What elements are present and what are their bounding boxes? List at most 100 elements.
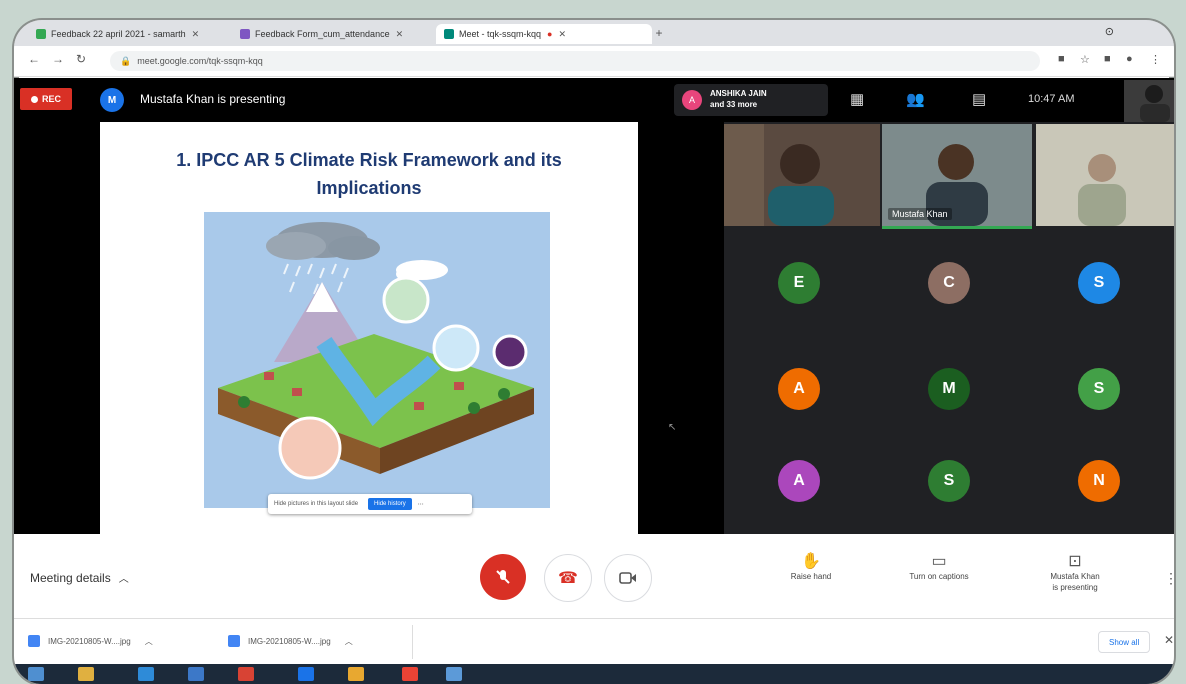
captions-label: Turn on captions [909,572,969,581]
download-filename: IMG-20210805-W....jpg [48,636,131,646]
person-video [724,124,880,226]
browser-tab-strip: Feedback 22 april 2021 - samarth ✕ Feedb… [14,20,1174,46]
tab-favicon [240,29,250,39]
show-all-button[interactable]: Show all [1098,631,1151,653]
back-icon[interactable]: ← [28,52,40,66]
person-video [1124,80,1174,122]
download-filename: IMG-20210805-W....jpg [248,636,331,646]
participant-tile[interactable]: A [724,428,874,533]
participant-tile[interactable]: S [1024,336,1174,441]
avatar: S [1078,367,1120,410]
presentation-button[interactable]: ⊡ Mustafa Khan is presenting [1030,553,1120,593]
download-item[interactable]: IMG-20210805-W....jpg ︿ [228,629,353,653]
avatar: A [778,367,820,410]
participant-tile[interactable]: M [874,336,1024,441]
browser-tab[interactable]: Feedback Form_cum_attendance ✕ [232,24,438,44]
download-item[interactable]: IMG-20210805-W....jpg ︿ [28,629,153,653]
close-icon[interactable]: ✕ [558,29,566,40]
participant-tile[interactable]: N [1024,428,1174,533]
browser-tab-active[interactable]: Meet - tqk-ssqm-kqq ● ✕ [436,24,652,44]
layout-icon[interactable]: ▦ [850,90,864,108]
more-options-icon[interactable]: ⋮ [1164,570,1174,587]
avatar: A [682,90,702,110]
downloads-bar: IMG-20210805-W....jpg ︿ IMG-20210805-W..… [14,618,1174,665]
slide-title-line: Implications [316,178,422,198]
raise-hand-label: Raise hand [790,572,832,581]
meet-top-bar: REC M Mustafa Khan is presenting A ANSHI… [14,78,1174,122]
close-icon[interactable]: ✕ [1164,633,1174,647]
presenting-label: Mustafa Khan [1050,572,1100,581]
cursor-icon: ↖ [668,422,677,433]
presenting-status: Mustafa Khan is presenting [140,92,286,106]
tab-label: Feedback 22 april 2021 - samarth [51,29,186,39]
slide-title: 1. IPCC AR 5 Climate Risk Framework and … [120,146,618,202]
record-dot-icon [30,95,38,103]
leave-call-button[interactable]: ☎ [544,554,592,602]
avatar: S [1078,261,1120,304]
toolbar-button[interactable]: Hide history [368,498,412,510]
avatar: C [928,261,970,304]
self-view-tile[interactable] [1124,80,1174,122]
chevron-up-icon[interactable]: ︿ [345,636,353,647]
toolbar-label: Hide pictures in this layout slide [274,501,359,507]
participant-name: ANSHIKA JAIN [710,89,767,98]
participant-tile[interactable]: E [724,230,874,335]
camera-icon [619,572,636,584]
url-input[interactable]: 🔒 meet.google.com/tqk-ssqm-kqq [110,51,1040,71]
participant-tile[interactable]: S [1024,230,1174,335]
chevron-up-icon[interactable]: ︿ [145,636,153,647]
image-file-icon [228,635,240,647]
forward-icon[interactable]: → [52,52,64,66]
hang-up-icon: ☎ [558,570,578,587]
new-tab-button[interactable]: + [650,26,668,40]
screenshot-frame: Feedback 22 april 2021 - samarth ✕ Feedb… [14,20,1174,684]
menu-icon[interactable]: ⋮ [1150,53,1161,66]
chat-icon[interactable]: ▤ [972,90,986,108]
divider [412,625,413,659]
profile-icon[interactable]: ● [1126,53,1133,65]
slide-title-line: 1. IPCC AR 5 Climate Risk Framework and … [176,150,562,170]
toolbar-more-icon[interactable]: ⋯ [412,501,430,508]
reload-icon[interactable]: ↻ [76,52,86,66]
avatar: M [100,88,124,112]
hand-icon: ✋ [801,553,821,570]
captions-icon: ▭ [931,553,947,570]
shared-slide: 1. IPCC AR 5 Climate Risk Framework and … [100,122,676,534]
participant-tile[interactable]: S [874,428,1024,533]
tab-favicon [444,29,454,39]
recording-badge: REC [20,88,72,110]
chevron-up-icon: ︿ [118,574,129,585]
video-tile-mustafa[interactable]: Mustafa Khan [882,124,1032,229]
captions-button[interactable]: ▭ Turn on captions [894,553,984,582]
participant-tile[interactable]: C [874,230,1024,335]
person-video [1036,124,1174,226]
presenting-label: is presenting [1052,583,1098,592]
camera-permission-icon[interactable]: ■ [1058,53,1065,65]
close-icon[interactable]: ✕ [192,29,200,40]
participant-name: Mustafa Khan [888,208,952,220]
participant-tile[interactable]: A [724,336,874,441]
image-hover-toolbar: Hide pictures in this layout slide Hide … [268,494,472,514]
avatar: E [778,261,820,304]
image-file-icon [28,635,40,647]
clock: 10:47 AM [1028,93,1075,105]
meeting-details-button[interactable]: Meeting details ︿ [30,570,129,586]
close-icon[interactable]: ✕ [396,29,404,40]
camera-toggle-button[interactable] [604,554,652,602]
present-screen-icon: ⊡ [1068,553,1082,570]
raise-hand-button[interactable]: ✋ Raise hand [766,553,856,582]
avatar: N [1078,459,1120,502]
participant-summary-chip[interactable]: A ANSHIKA JAIN and 33 more [674,84,828,116]
video-tile[interactable] [1036,124,1174,226]
video-tile[interactable] [724,124,880,226]
diagram-illustration [204,212,550,508]
people-icon[interactable]: 👥 [906,90,925,108]
address-bar-row: ← → ↻ 🔒 meet.google.com/tqk-ssqm-kqq ■ ☆… [14,46,1174,77]
account-icon[interactable]: ⊙ [1105,25,1114,38]
mic-toggle-button[interactable] [480,554,526,600]
browser-tab[interactable]: Feedback 22 april 2021 - samarth ✕ [28,24,234,44]
participant-gallery: Mustafa Khan E C S A M S A S N [724,122,1174,534]
star-icon[interactable]: ☆ [1080,53,1090,66]
extension-icon[interactable]: ■ [1104,53,1111,65]
url-text: meet.google.com/tqk-ssqm-kqq [137,56,263,66]
